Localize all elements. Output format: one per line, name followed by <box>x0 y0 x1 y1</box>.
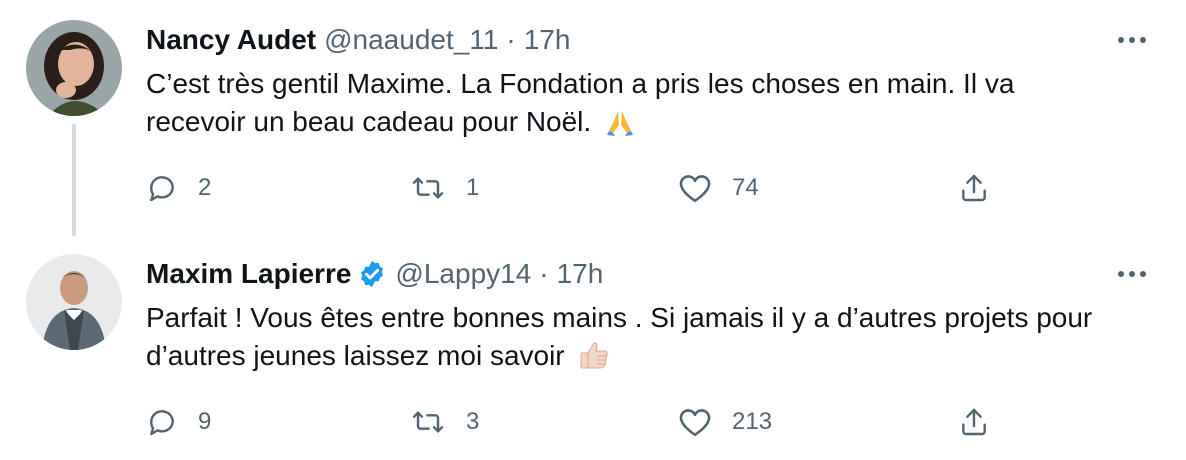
more-icon[interactable] <box>1112 20 1152 60</box>
retweet-count: 1 <box>466 174 480 201</box>
share-icon <box>958 172 990 204</box>
author-handle[interactable]: @Lappy14 <box>395 258 531 290</box>
tweet-text-body: Parfait ! Vous êtes entre bonnes mains .… <box>146 302 1093 371</box>
tweet-text-body: C’est très gentil Maxime. La Fondation a… <box>146 68 1015 137</box>
tweet-text: C’est très gentil Maxime. La Fondation a… <box>146 65 1106 141</box>
share-icon <box>958 406 990 438</box>
tweet-actions: 2 1 74 <box>146 168 1006 208</box>
folded-hands-emoji-icon <box>605 107 635 137</box>
author-name[interactable]: Maxim Lapierre <box>146 258 351 290</box>
verified-badge-icon <box>357 259 387 289</box>
tweet-header: Nancy Audet @naaudet_11 · 17h <box>146 20 1066 60</box>
author-name[interactable]: Nancy Audet <box>146 24 316 56</box>
avatar[interactable] <box>26 254 122 350</box>
tweet-actions: 9 3 213 <box>146 402 1006 442</box>
tweet[interactable]: Maxim Lapierre @Lappy14 · 17h Parfait ! … <box>0 230 1186 460</box>
like-count: 74 <box>732 174 759 201</box>
share-button[interactable] <box>958 402 990 442</box>
reply-icon <box>146 406 178 438</box>
thumbs-up-emoji-icon <box>578 339 610 371</box>
timestamp[interactable]: 17h <box>524 24 571 56</box>
reply-button[interactable]: 9 <box>146 402 211 442</box>
retweet-count: 3 <box>466 408 480 435</box>
retweet-button[interactable]: 1 <box>410 168 479 208</box>
reply-count: 2 <box>198 174 212 201</box>
timestamp[interactable]: 17h <box>557 258 604 290</box>
heart-icon <box>678 406 712 438</box>
more-icon[interactable] <box>1112 254 1152 294</box>
reply-button[interactable]: 2 <box>146 168 211 208</box>
avatar[interactable] <box>26 20 122 116</box>
like-count: 213 <box>732 408 773 435</box>
reply-icon <box>146 172 178 204</box>
heart-icon <box>678 172 712 204</box>
retweet-icon <box>410 172 446 204</box>
tweet-header: Maxim Lapierre @Lappy14 · 17h <box>146 254 1066 294</box>
tweet[interactable]: Nancy Audet @naaudet_11 · 17h C’est très… <box>0 0 1186 230</box>
tweet-text: Parfait ! Vous êtes entre bonnes mains .… <box>146 299 1106 375</box>
retweet-icon <box>410 406 446 438</box>
separator-dot: · <box>539 258 549 289</box>
like-button[interactable]: 74 <box>678 168 759 208</box>
separator-dot: · <box>506 24 516 55</box>
share-button[interactable] <box>958 168 990 208</box>
like-button[interactable]: 213 <box>678 402 772 442</box>
retweet-button[interactable]: 3 <box>410 402 479 442</box>
reply-count: 9 <box>198 408 212 435</box>
author-handle[interactable]: @naaudet_11 <box>324 24 498 56</box>
